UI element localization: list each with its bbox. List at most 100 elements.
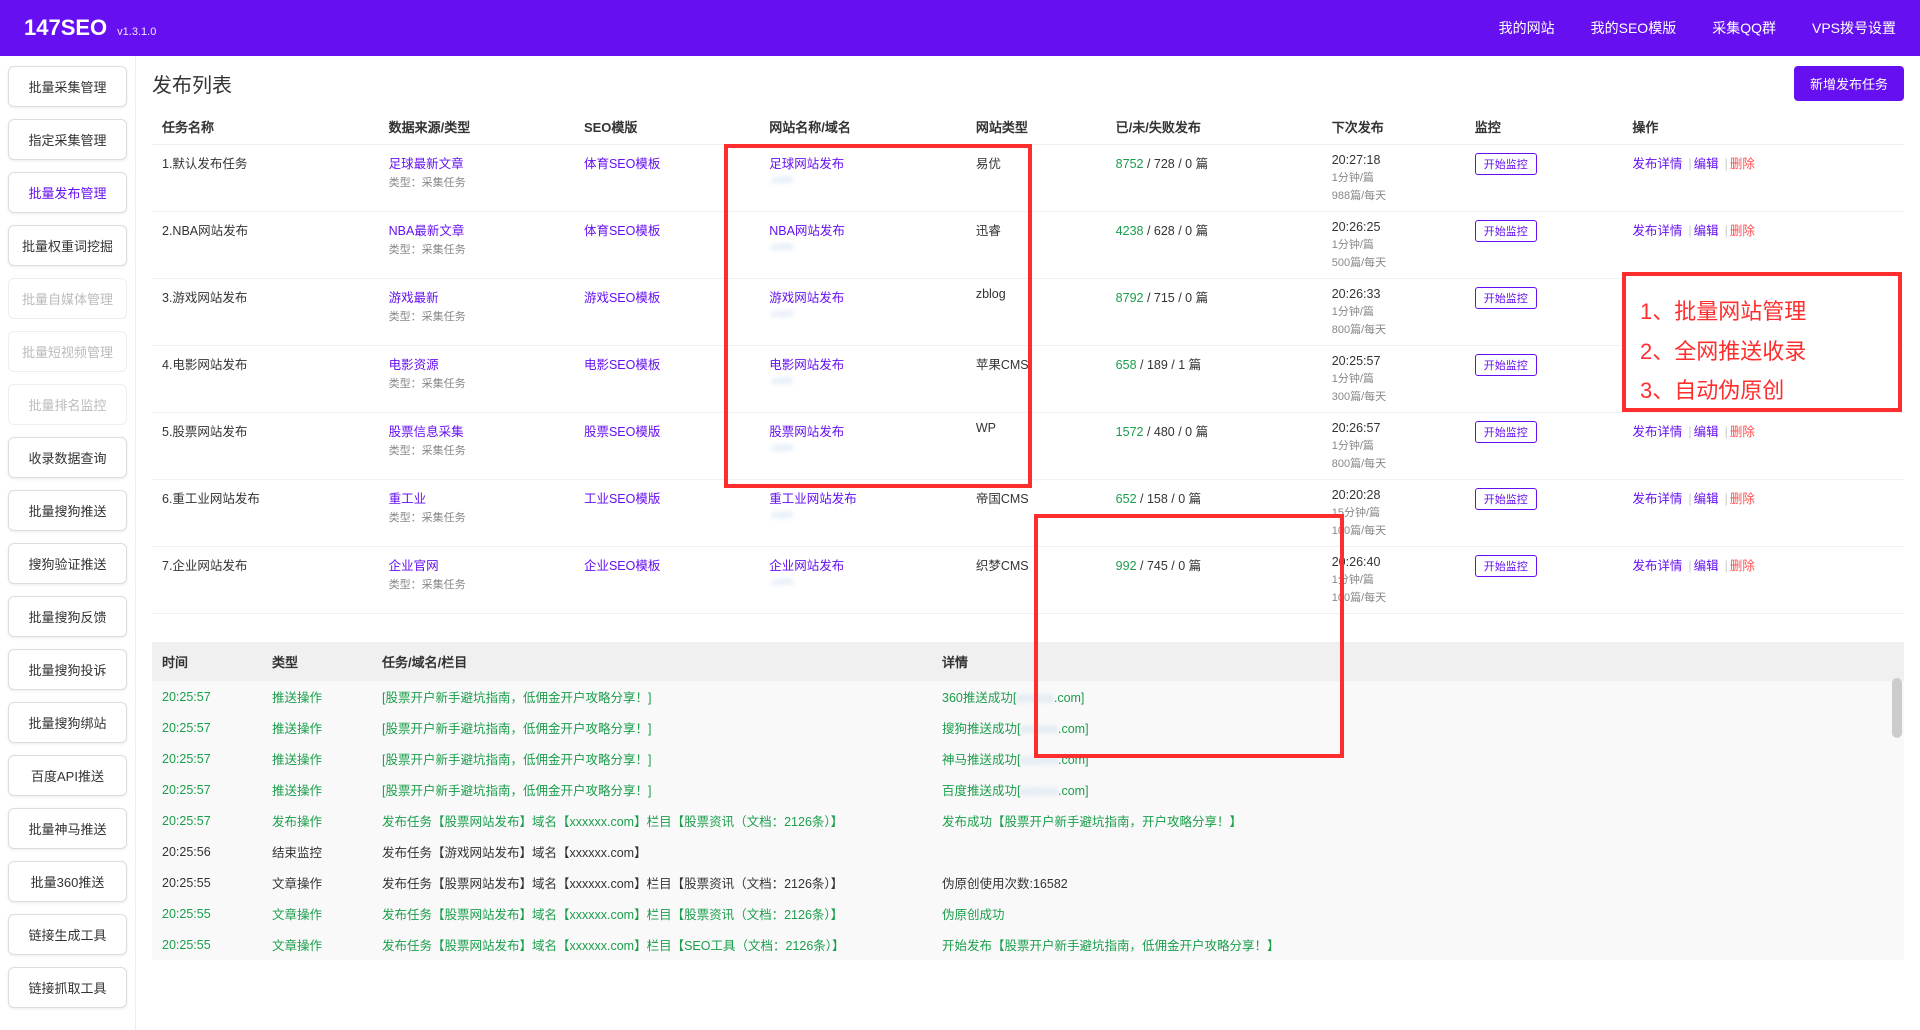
log-type: 推送操作	[262, 681, 372, 712]
seo-template[interactable]: 体育SEO模板	[584, 157, 660, 171]
site-name[interactable]: NBA网站发布	[769, 224, 845, 238]
log-time: 20:25:55	[152, 898, 262, 929]
log-row: 20:25:56结束监控发布任务【游戏网站发布】域名【xxxxxx.com】	[152, 836, 1904, 867]
data-source[interactable]: 重工业	[389, 492, 427, 506]
monitor-button[interactable]: 开始监控	[1475, 153, 1537, 175]
monitor-button[interactable]: 开始监控	[1475, 287, 1537, 309]
site-domain: .com	[769, 442, 956, 454]
monitor-button[interactable]: 开始监控	[1475, 555, 1537, 577]
op-delete[interactable]: 删除	[1730, 425, 1755, 439]
log-detail: 伪原创成功	[932, 898, 1904, 929]
site-type: 易优	[966, 145, 1106, 212]
log-time: 20:25:55	[152, 867, 262, 898]
log-detail: 发布成功【股票开户新手避坑指南，开户攻略分享！】	[932, 805, 1904, 836]
sidebar-item[interactable]: 指定采集管理	[8, 119, 127, 160]
monitor-button[interactable]: 开始监控	[1475, 488, 1537, 510]
op-delete[interactable]: 删除	[1730, 559, 1755, 573]
data-source[interactable]: 企业官网	[389, 559, 439, 573]
op-edit[interactable]: 编辑	[1694, 224, 1719, 238]
sidebar-item[interactable]: 搜狗验证推送	[8, 543, 127, 584]
data-source[interactable]: 股票信息采集	[389, 425, 464, 439]
seo-template[interactable]: 游戏SEO模板	[584, 291, 660, 305]
data-source[interactable]: 足球最新文章	[389, 157, 464, 171]
op-detail[interactable]: 发布详情	[1632, 157, 1682, 171]
task-name: 6.重工业网站发布	[152, 480, 379, 547]
sidebar-item[interactable]: 批量发布管理	[8, 172, 127, 213]
source-type: 类型：采集任务	[389, 174, 564, 190]
op-edit[interactable]: 编辑	[1694, 157, 1719, 171]
site-name[interactable]: 足球网站发布	[769, 157, 844, 171]
op-edit[interactable]: 编辑	[1694, 425, 1719, 439]
header-nav: 我的网站 我的SEO模版 采集QQ群 VPS拨号设置	[1499, 18, 1896, 38]
sidebar-item[interactable]: 批量搜狗反馈	[8, 596, 127, 637]
sidebar-item[interactable]: 收录数据查询	[8, 437, 127, 478]
add-task-button[interactable]: 新增发布任务	[1794, 66, 1904, 101]
log-row: 20:25:57推送操作[股票开户新手避坑指南，低佣金开户攻略分享！]百度推送成…	[152, 774, 1904, 805]
site-domain: .com	[769, 509, 956, 521]
site-name[interactable]: 电影网站发布	[769, 358, 844, 372]
site-name[interactable]: 游戏网站发布	[769, 291, 844, 305]
op-detail[interactable]: 发布详情	[1632, 425, 1682, 439]
sidebar-item[interactable]: 批量搜狗投诉	[8, 649, 127, 690]
log-type: 推送操作	[262, 774, 372, 805]
seo-template[interactable]: 工业SEO模版	[584, 492, 660, 506]
op-detail[interactable]: 发布详情	[1632, 559, 1682, 573]
operations: 发布详情|编辑|删除	[1622, 547, 1904, 614]
header-nav-item[interactable]: VPS拨号设置	[1812, 18, 1896, 38]
sidebar-item[interactable]: 批量权重词挖掘	[8, 225, 127, 266]
sidebar-item[interactable]: 批量搜狗绑站	[8, 702, 127, 743]
seo-template[interactable]: 企业SEO模板	[584, 559, 660, 573]
monitor-button[interactable]: 开始监控	[1475, 354, 1537, 376]
seo-template[interactable]: 电影SEO模板	[584, 358, 660, 372]
log-section: 时间类型任务/域名/栏目详情 20:25:57推送操作[股票开户新手避坑指南，低…	[152, 642, 1904, 960]
sidebar-item[interactable]: 链接抓取工具	[8, 967, 127, 1008]
next-publish: 20:20:2815分钟/篇100篇/每天	[1322, 480, 1465, 547]
op-edit[interactable]: 编辑	[1694, 492, 1719, 506]
monitor-button[interactable]: 开始监控	[1475, 421, 1537, 443]
table-header: SEO模版	[574, 109, 759, 145]
table-header: 监控	[1465, 109, 1623, 145]
next-publish: 20:26:571分钟/篇800篇/每天	[1322, 413, 1465, 480]
sidebar-item[interactable]: 批量神马推送	[8, 808, 127, 849]
log-task: 发布任务【游戏网站发布】域名【xxxxxx.com】	[372, 836, 932, 867]
op-detail[interactable]: 发布详情	[1632, 492, 1682, 506]
log-row: 20:25:57推送操作[股票开户新手避坑指南，低佣金开户攻略分享！]搜狗推送成…	[152, 712, 1904, 743]
log-time: 20:25:56	[152, 836, 262, 867]
sidebar-item[interactable]: 批量采集管理	[8, 66, 127, 107]
log-detail: 伪原创使用次数:16582	[932, 867, 1904, 898]
site-name[interactable]: 股票网站发布	[769, 425, 844, 439]
log-header: 时间	[152, 642, 262, 681]
op-delete[interactable]: 删除	[1730, 224, 1755, 238]
log-detail	[932, 836, 1904, 867]
op-edit[interactable]: 编辑	[1694, 559, 1719, 573]
site-type: zblog	[966, 279, 1106, 346]
site-type: 织梦CMS	[966, 547, 1106, 614]
sidebar-item[interactable]: 批量搜狗推送	[8, 490, 127, 531]
sidebar-item: 批量短视频管理	[8, 331, 127, 372]
sidebar-item[interactable]: 批量360推送	[8, 861, 127, 902]
op-delete[interactable]: 删除	[1730, 492, 1755, 506]
sidebar-item[interactable]: 百度API推送	[8, 755, 127, 796]
data-source[interactable]: 电影资源	[389, 358, 439, 372]
header-nav-item[interactable]: 我的SEO模版	[1591, 18, 1677, 38]
op-detail[interactable]: 发布详情	[1632, 224, 1682, 238]
log-time: 20:25:57	[152, 805, 262, 836]
site-domain: .com	[769, 375, 956, 387]
seo-template[interactable]: 股票SEO模版	[584, 425, 660, 439]
log-type: 文章操作	[262, 867, 372, 898]
log-task: 发布任务【股票网站发布】域名【xxxxxx.com】栏目【股票资讯（文档：212…	[372, 898, 932, 929]
data-source[interactable]: NBA最新文章	[389, 224, 465, 238]
header-nav-item[interactable]: 我的网站	[1499, 18, 1555, 38]
source-type: 类型：采集任务	[389, 308, 564, 324]
log-time: 20:25:55	[152, 929, 262, 960]
monitor-button[interactable]: 开始监控	[1475, 220, 1537, 242]
sidebar-item[interactable]: 链接生成工具	[8, 914, 127, 955]
op-delete[interactable]: 删除	[1730, 157, 1755, 171]
data-source[interactable]: 游戏最新	[389, 291, 439, 305]
site-name[interactable]: 企业网站发布	[769, 559, 844, 573]
log-scrollbar[interactable]	[1892, 678, 1902, 738]
site-name[interactable]: 重工业网站发布	[769, 492, 857, 506]
next-publish: 20:26:401分钟/篇100篇/每天	[1322, 547, 1465, 614]
seo-template[interactable]: 体育SEO模板	[584, 224, 660, 238]
header-nav-item[interactable]: 采集QQ群	[1712, 18, 1776, 38]
